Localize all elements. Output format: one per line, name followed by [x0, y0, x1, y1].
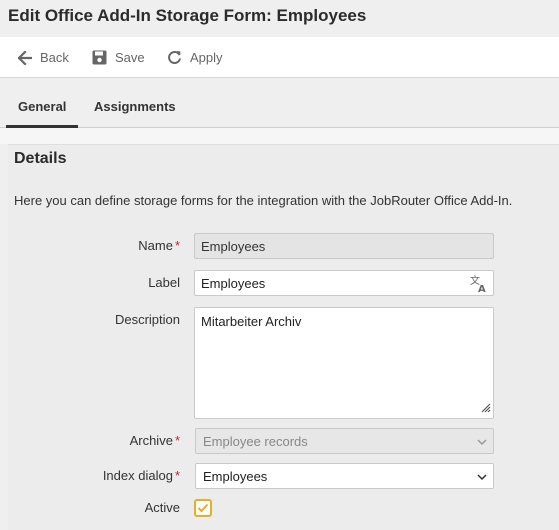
details-intro: Here you can define storage forms for th… [14, 193, 513, 208]
description-value: Mitarbeiter Archiv [201, 314, 302, 329]
name-label: Name * [0, 238, 180, 253]
toolbar: Back Save Apply [0, 37, 559, 78]
apply-label: Apply [190, 50, 223, 65]
chevron-down-icon [477, 439, 487, 446]
panel-spacer [0, 128, 559, 144]
index-dialog-label-text: Index dialog [102, 468, 173, 483]
required-marker: * [174, 433, 180, 448]
name-field[interactable]: Employees [194, 233, 494, 259]
active-label: Active [144, 500, 180, 515]
archive-label-text: Archive [129, 433, 173, 448]
archive-value: Employee records [203, 433, 308, 449]
back-button[interactable]: Back [18, 37, 69, 78]
tab-assignments[interactable]: Assignments [94, 99, 176, 114]
label-label: Label [148, 275, 180, 290]
floppy-disk-icon [92, 50, 107, 65]
apply-button[interactable]: Apply [167, 37, 223, 78]
save-button[interactable]: Save [92, 37, 145, 78]
archive-select[interactable]: Employee records [195, 428, 494, 454]
translate-icon[interactable]: 文A [469, 274, 489, 297]
arrow-left-icon [18, 50, 32, 65]
name-label-text: Name [138, 238, 173, 253]
archive-label: Archive * [0, 433, 180, 448]
page-title: Edit Office Add-In Storage Form: Employe… [8, 6, 367, 25]
index-dialog-value: Employees [203, 468, 268, 484]
checkmark-icon [197, 503, 209, 513]
back-label: Back [40, 50, 69, 65]
save-label: Save [115, 50, 145, 65]
label-field[interactable]: Employees 文A [194, 270, 494, 296]
description-label: Description [114, 312, 180, 327]
chevron-down-icon [477, 474, 487, 481]
required-marker: * [174, 468, 180, 483]
index-dialog-label: Index dialog * [0, 468, 180, 483]
tab-bar: General Assignments [0, 78, 559, 128]
index-dialog-select[interactable]: Employees [195, 463, 494, 489]
required-marker: * [174, 238, 180, 253]
description-textarea[interactable]: Mitarbeiter Archiv [194, 307, 494, 419]
svg-text:A: A [478, 284, 486, 294]
resize-grip-icon[interactable] [479, 401, 491, 416]
tab-general[interactable]: General [18, 99, 66, 114]
label-field-value: Employees [201, 275, 266, 291]
refresh-icon [168, 51, 181, 64]
active-checkbox[interactable] [194, 499, 212, 517]
details-heading: Details [14, 150, 67, 167]
